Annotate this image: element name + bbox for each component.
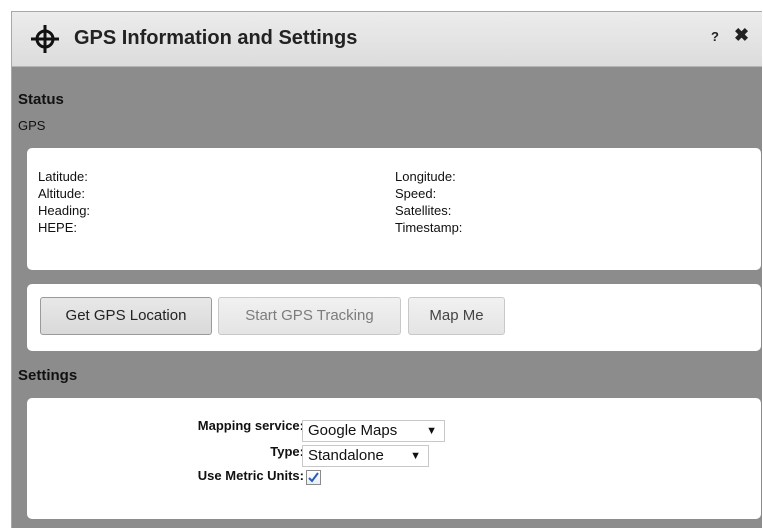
satellites-label: Satellites: — [395, 203, 452, 218]
settings-heading: Settings — [18, 367, 78, 384]
altitude-label: Altitude: — [38, 186, 85, 201]
start-gps-tracking-button[interactable]: Start GPS Tracking — [218, 297, 401, 335]
gps-dialog: GPS Information and Settings ? ✖ Status … — [11, 11, 762, 528]
speed-label: Speed: — [395, 186, 437, 201]
longitude-label: Longitude: — [395, 169, 456, 184]
crosshair-icon — [31, 25, 59, 53]
checkmark-icon — [308, 472, 319, 483]
chevron-down-icon: ▼ — [410, 450, 421, 462]
timestamp-label: Timestamp: — [395, 220, 463, 235]
mapping-service-label: Mapping service: — [197, 418, 304, 433]
heading-label: Heading: — [38, 203, 91, 218]
metric-units-checkbox[interactable] — [306, 470, 321, 485]
metric-units-label: Use Metric Units: — [197, 468, 304, 483]
map-me-button[interactable]: Map Me — [408, 297, 505, 335]
latitude-label: Latitude: — [38, 169, 88, 184]
type-label: Type: — [270, 444, 304, 459]
type-select[interactable]: Standalone ▼ — [302, 445, 429, 467]
mapping-service-select[interactable]: Google Maps ▼ — [302, 420, 445, 442]
dialog-title: GPS Information and Settings — [74, 27, 358, 49]
gps-actions-panel: Get GPS Location Start GPS Tracking Map … — [27, 284, 761, 351]
settings-panel: Mapping service: Google Maps ▼ Type: Sta… — [27, 398, 761, 519]
hepe-label: HEPE: — [38, 220, 78, 235]
chevron-down-icon: ▼ — [426, 425, 437, 437]
get-gps-location-button[interactable]: Get GPS Location — [40, 297, 212, 335]
status-subheading: GPS — [18, 118, 46, 133]
dialog-titlebar[interactable]: GPS Information and Settings ? ✖ — [12, 12, 762, 67]
type-value: Standalone — [308, 447, 384, 464]
status-heading: Status — [18, 91, 64, 108]
gps-status-panel: Latitude: Altitude: Heading: HEPE: Longi… — [27, 148, 761, 270]
help-icon[interactable]: ? — [711, 29, 719, 44]
close-icon[interactable]: ✖ — [734, 25, 749, 46]
mapping-service-value: Google Maps — [308, 422, 398, 439]
